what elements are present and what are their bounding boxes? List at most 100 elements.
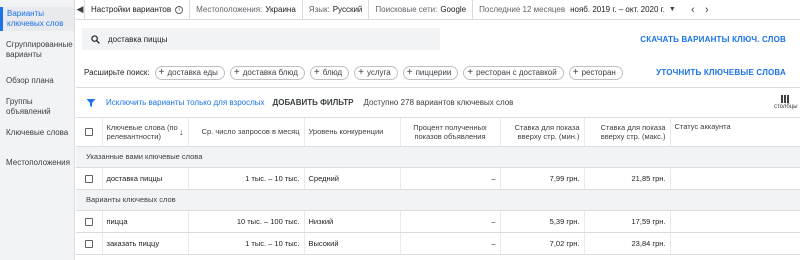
broaden-chip[interactable]: + доставка блюд — [229, 65, 305, 80]
columns-label: столбцы — [774, 104, 798, 110]
row-checkbox-cell — [76, 167, 103, 190]
search-query: доставка пиццы — [108, 34, 168, 44]
search-row: доставка пиццы СКАЧАТЬ ВАРИАНТЫ КЛЮЧ. СЛ… — [76, 20, 800, 58]
broaden-chip[interactable]: + доставка еды — [154, 65, 225, 80]
plus-icon: + — [467, 66, 474, 78]
info-icon[interactable]: i — [175, 5, 184, 14]
columns-button[interactable]: столбцы — [774, 95, 798, 110]
header-bid-low[interactable]: Ставка для показа вверху стр. (мин.) — [500, 118, 585, 147]
header-account-status[interactable]: Статус аккаунта — [670, 118, 800, 147]
avg-searches-cell: 10 тыс. – 100 тыс. — [188, 210, 305, 233]
select-all-checkbox[interactable] — [84, 128, 93, 137]
date-range-setting[interactable]: Последние 12 месяцев нояб. 2019 г. – окт… — [473, 5, 682, 14]
language-value: Русский — [332, 5, 363, 14]
chevron-left-icon[interactable]: ‹ — [686, 4, 700, 16]
impression-share-cell: – — [400, 210, 501, 233]
sidebar-item-locations[interactable]: Местоположения — [0, 158, 74, 168]
collapse-arrow-icon[interactable]: ◀ — [76, 4, 84, 15]
group-row: Варианты ключевых слов — [76, 189, 800, 211]
plus-icon: + — [313, 66, 320, 78]
competition-cell: Высокий — [304, 232, 401, 255]
plus-icon: + — [158, 66, 165, 78]
sort-arrow-icon: ↓ — [179, 127, 184, 137]
row-checkbox-cell — [76, 210, 103, 233]
location-label: Местоположения: — [196, 5, 263, 14]
location-setting[interactable]: Местоположения: Украина — [190, 5, 302, 14]
header-avg-searches[interactable]: Ср. число запросов в месяц — [188, 118, 305, 147]
language-setting[interactable]: Язык: Русский — [303, 5, 369, 14]
keyword-cell: доставка пиццы — [102, 167, 189, 190]
sidebar-item-keywords[interactable]: Ключевые слова — [0, 128, 74, 138]
sidebar-item-keyword-ideas[interactable]: Варианты ключевых слов — [0, 7, 74, 31]
plus-icon: + — [233, 66, 240, 78]
group-label: Указанные вами ключевые слова — [76, 146, 800, 168]
main-content: ◀ Настройки вариантов i Местоположения: … — [76, 0, 800, 260]
sidebar: Варианты ключевых слов Сгруппированные в… — [0, 0, 75, 260]
broaden-chip[interactable]: + ресторан с доставкой — [463, 65, 564, 80]
sidebar-item-plan-overview[interactable]: Обзор плана — [0, 76, 74, 86]
available-count: Доступно 278 вариантов ключевых слов — [363, 98, 514, 107]
competition-cell: Средний — [304, 167, 401, 190]
table-row[interactable]: заказать пиццу 1 тыс. – 10 тыс. Высокий … — [76, 232, 800, 255]
period-value: нояб. 2019 г. – окт. 2020 г. — [570, 5, 665, 14]
chip-label: услуга — [366, 68, 391, 77]
impression-share-cell: – — [400, 167, 501, 190]
header-impression-share[interactable]: Процент полученных показов объявления — [400, 118, 501, 147]
competition-cell: Низкий — [304, 210, 401, 233]
bid-high-cell: 21,85 грн. — [584, 167, 671, 190]
settings-bar: ◀ Настройки вариантов i Местоположения: … — [76, 0, 800, 20]
language-label: Язык: — [308, 5, 330, 14]
group-row: Указанные вами ключевые слова — [76, 146, 800, 168]
avg-searches-cell: 1 тыс. – 10 тыс. — [188, 167, 305, 190]
account-status-cell — [670, 210, 800, 233]
chevron-down-icon: ▼ — [668, 6, 676, 13]
table-row[interactable]: доставка пиццы 1 тыс. – 10 тыс. Средний … — [76, 167, 800, 190]
broaden-chip[interactable]: + пиццерии — [402, 65, 459, 80]
add-filter-button[interactable]: ДОБАВИТЬ ФИЛЬТР — [273, 98, 354, 107]
header-bid-high[interactable]: Ставка для показа вверху стр. (макс.) — [584, 118, 671, 147]
sidebar-item-ad-groups[interactable]: Группы объявлений — [0, 97, 74, 117]
period-label: Последние 12 месяцев — [479, 5, 566, 14]
filter-icon[interactable] — [86, 98, 96, 108]
chip-label: ресторан — [581, 68, 616, 77]
download-keyword-ideas-button[interactable]: СКАЧАТЬ ВАРИАНТЫ КЛЮЧ. СЛОВ — [640, 35, 786, 44]
chip-label: пиццерии — [415, 68, 452, 77]
table-header-row: Ключевые слова (по релевантности) ↓ Ср. ч… — [76, 118, 800, 147]
row-checkbox-cell — [76, 232, 103, 255]
row-checkbox[interactable] — [84, 217, 93, 226]
filter-row: Исключить варианты только для взрослых Д… — [76, 88, 800, 118]
plus-icon: + — [572, 66, 579, 78]
header-keyword-label: Ключевые слова (по релевантности) — [106, 122, 178, 141]
bid-low-cell: 7,02 грн. — [500, 232, 585, 255]
broaden-chip[interactable]: + услуга — [354, 65, 398, 80]
bid-high-cell: 17,59 грн. — [584, 210, 671, 233]
header-keyword[interactable]: Ключевые слова (по релевантности) ↓ — [102, 118, 189, 147]
header-competition[interactable]: Уровень конкуренции — [304, 118, 401, 147]
adult-exclusion-filter[interactable]: Исключить варианты только для взрослых — [106, 98, 265, 107]
columns-icon — [781, 95, 789, 103]
keyword-search-input[interactable]: доставка пиццы — [82, 28, 440, 50]
refine-keywords-button[interactable]: УТОЧНИТЬ КЛЮЧЕВЫЕ СЛОВА — [656, 68, 786, 77]
network-setting[interactable]: Поисковые сети: Google — [369, 5, 472, 14]
plus-icon: + — [406, 66, 413, 78]
avg-searches-cell: 1 тыс. – 10 тыс. — [188, 232, 305, 255]
plus-icon: + — [358, 66, 364, 78]
network-label: Поисковые сети: — [375, 5, 438, 14]
header-checkbox-cell — [76, 118, 103, 147]
row-checkbox[interactable] — [84, 174, 93, 183]
sidebar-item-grouped-ideas[interactable]: Сгруппированные варианты — [0, 40, 74, 60]
broaden-chip[interactable]: + ресторан — [568, 65, 623, 80]
location-value: Украина — [265, 5, 296, 14]
broaden-search-row: Расширьте поиск: + доставка еды + доставка… — [76, 58, 800, 88]
row-checkbox[interactable] — [84, 239, 93, 248]
broaden-label: Расширьте поиск: — [84, 68, 150, 77]
settings-title[interactable]: Настройки вариантов i — [85, 5, 189, 14]
broaden-chip[interactable]: + блюд — [309, 65, 350, 80]
settings-title-label: Настройки вариантов — [91, 5, 172, 14]
table-row[interactable]: пицца 10 тыс. – 100 тыс. Низкий – 5,39 г… — [76, 210, 800, 233]
bid-high-cell: 23,84 грн. — [584, 232, 671, 255]
account-status-cell — [670, 232, 800, 255]
account-status-cell — [670, 167, 800, 190]
chevron-right-icon[interactable]: › — [700, 4, 714, 16]
keyword-cell: заказать пиццу — [102, 232, 189, 255]
